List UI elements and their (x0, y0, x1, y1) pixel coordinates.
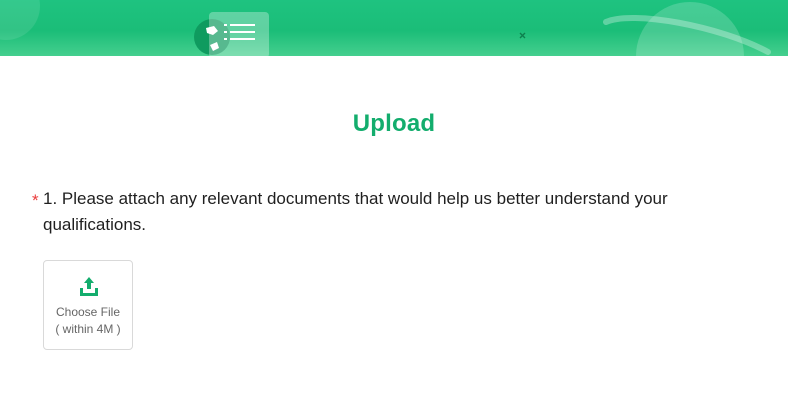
file-size-limit: ( within 4M ) (55, 322, 121, 336)
upload-label: Choose File ( within 4M ) (44, 304, 132, 338)
page-title: Upload (352, 110, 436, 137)
menu-list-icon (209, 12, 269, 56)
file-upload-button[interactable]: Choose File ( within 4M ) (43, 260, 133, 350)
choose-file-label: Choose File (55, 305, 121, 319)
planet-icon (603, 2, 771, 56)
required-marker: * (32, 191, 39, 210)
question-text: 1. Please attach any relevant documents … (43, 189, 668, 234)
upload-icon (80, 277, 98, 296)
survey-page: Upload * 1. Please attach any relevant d… (0, 0, 788, 410)
banner-decoration (0, 0, 771, 56)
sparkle-icon (519, 32, 526, 39)
header-banner (0, 0, 788, 56)
question-block: * 1. Please attach any relevant document… (32, 186, 732, 238)
